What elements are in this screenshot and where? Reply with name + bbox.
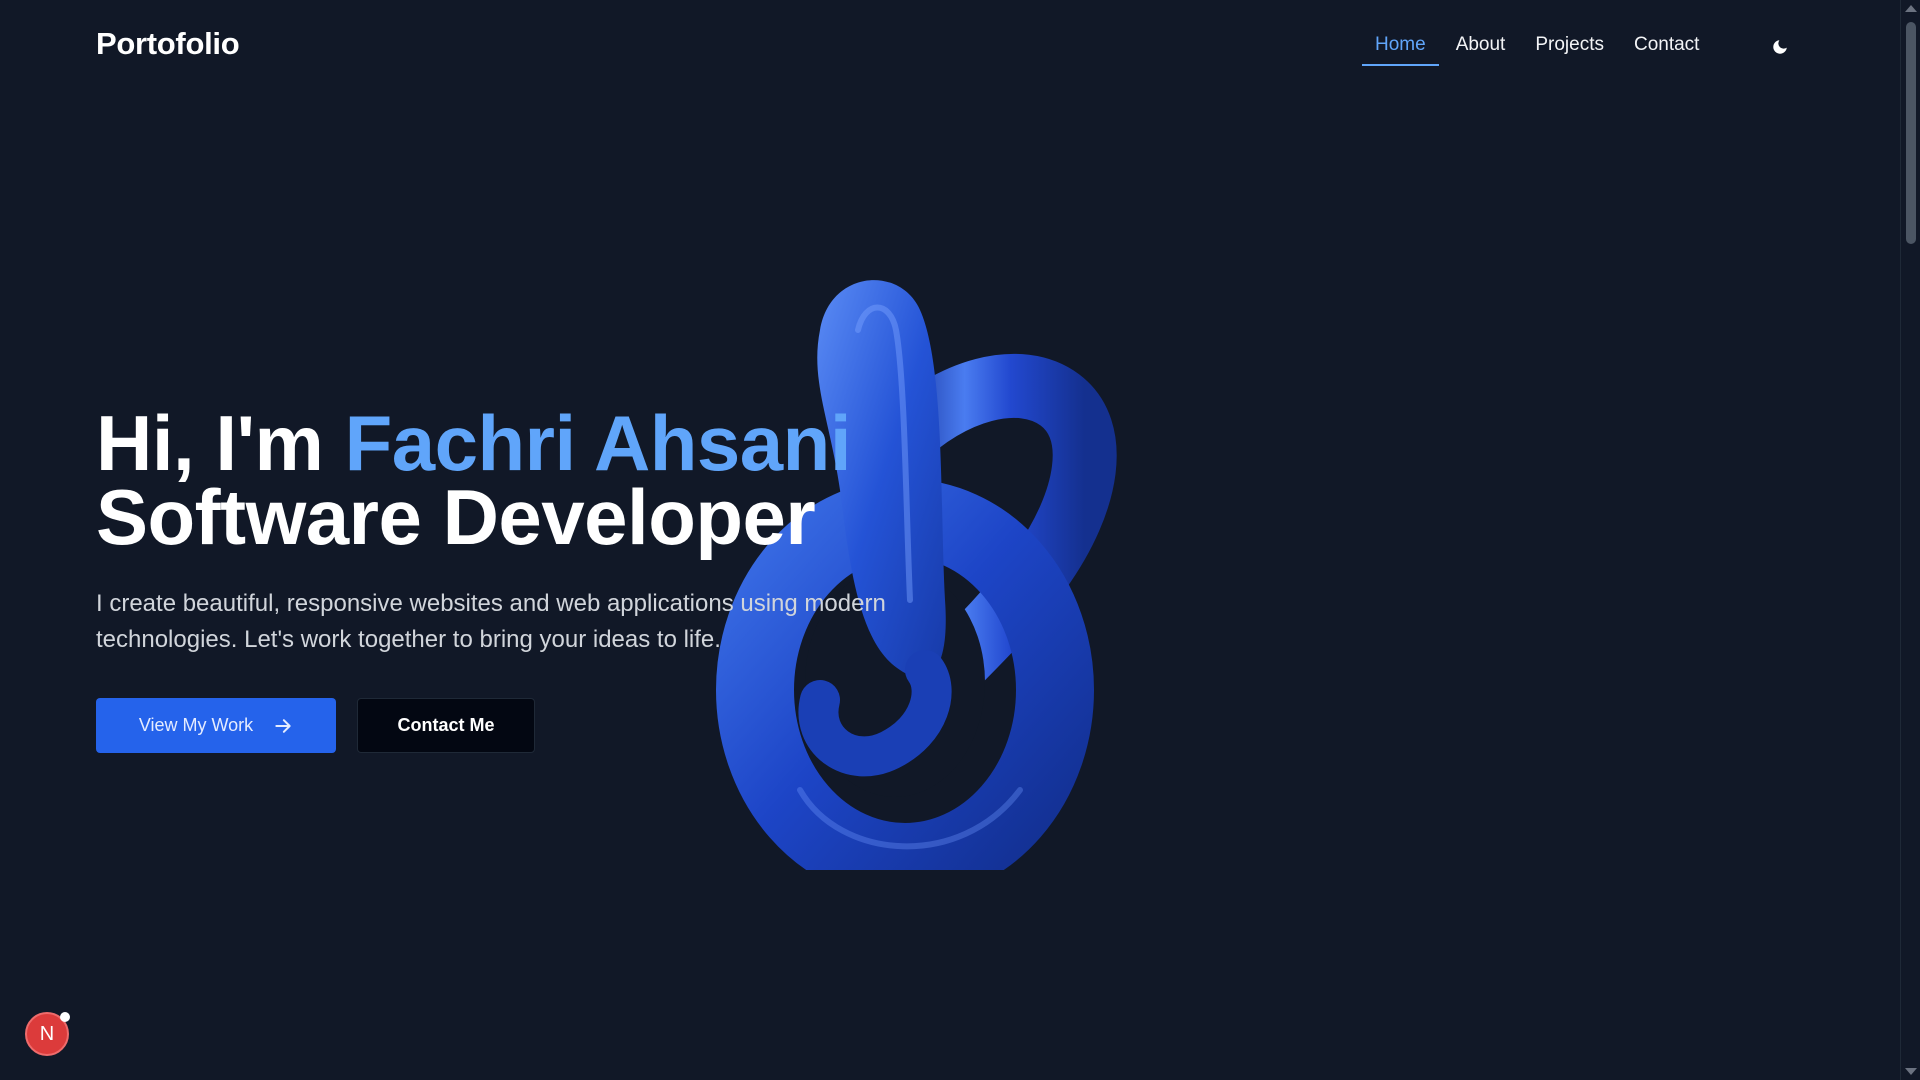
nav-projects[interactable]: Projects	[1520, 30, 1619, 66]
scroll-thumb[interactable]	[1906, 22, 1916, 244]
badge-letter: N	[39, 1022, 55, 1045]
main-nav: Home About Projects Contact	[1360, 30, 1714, 66]
site-header: Portofolio Home About Projects Contact	[0, 0, 1900, 90]
brand-logo[interactable]: Portofolio	[96, 26, 240, 62]
nav-home[interactable]: Home	[1360, 30, 1441, 66]
view-my-work-label: View My Work	[138, 715, 254, 735]
view-my-work-button[interactable]: View My Work	[96, 698, 336, 753]
page: Portofolio Home About Projects Contact H…	[0, 0, 1920, 1080]
3d-knot-illustration	[716, 280, 1117, 870]
arrow-right-icon	[275, 718, 291, 733]
nav-about[interactable]: About	[1441, 30, 1521, 66]
scroll-up-arrow-icon[interactable]	[1905, 5, 1917, 12]
contact-me-button[interactable]: Contact Me	[357, 698, 535, 753]
badge-notification-dot	[60, 1012, 70, 1022]
scroll-down-arrow-icon[interactable]	[1905, 1068, 1917, 1075]
vertical-scrollbar[interactable]	[1900, 0, 1920, 1080]
hero-description: I create beautiful, responsive websites …	[96, 590, 886, 653]
theme-toggle-button[interactable]	[1765, 32, 1795, 62]
hero-role: Software Developer	[96, 473, 816, 561]
nav-contact[interactable]: Contact	[1619, 30, 1714, 66]
moon-icon	[1773, 40, 1787, 54]
hero-heading: Hi, I'm Fachri Ahsani Software Developer	[96, 404, 852, 556]
